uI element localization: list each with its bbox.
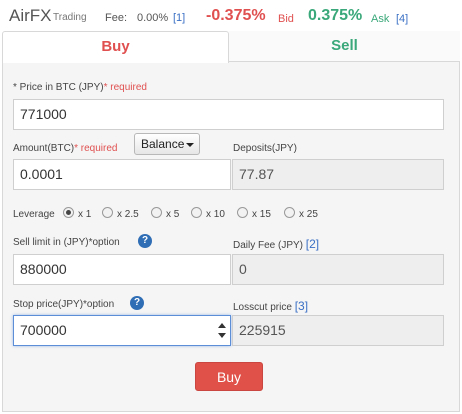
brand-name: AirFX [9, 6, 52, 25]
daily-fee-ref-link[interactable]: [2] [306, 237, 319, 251]
losscut-label-text: Losscut price [233, 302, 292, 313]
daily-fee-field: 0 [232, 254, 444, 285]
losscut-field: 225915 [232, 315, 444, 346]
leverage-option-1: x 1 [78, 209, 92, 220]
buy-button[interactable]: Buy [195, 362, 263, 391]
price-label: * Price in BTC (JPY)* required [13, 82, 147, 93]
price-label-text: * Price in BTC (JPY) [13, 82, 104, 93]
deposits-label: Deposits(JPY) [233, 143, 297, 154]
caret-down-icon [186, 142, 195, 147]
fee-value: 0.00% [137, 12, 169, 24]
tab-sell[interactable]: Sell [229, 31, 460, 62]
stop-price-input[interactable]: 700000 [13, 315, 231, 346]
leverage-radio-1[interactable] [63, 207, 74, 218]
fee-ref-link[interactable]: [1] [173, 12, 185, 24]
leverage-radio-2.5[interactable] [102, 207, 113, 218]
deposits-field: 77.87 [232, 159, 444, 190]
leverage-radio-10[interactable] [191, 207, 202, 218]
leverage-option-15: x 15 [252, 209, 271, 220]
leverage-radio-5[interactable] [151, 207, 162, 218]
leverage-label: Leverage [13, 209, 55, 220]
brand-subtitle: Trading [53, 12, 87, 23]
leverage-radio-25[interactable] [284, 207, 295, 218]
daily-fee-label: Daily Fee (JPY) [2] [233, 237, 319, 251]
balance-dropdown-label: Balance [141, 137, 185, 151]
stop-price-label: Stop price(JPY)*option [13, 299, 115, 310]
daily-fee-label-text: Daily Fee (JPY) [233, 240, 304, 251]
sell-limit-help-icon[interactable]: ? [138, 234, 152, 248]
leverage-option-5: x 5 [166, 209, 180, 220]
sell-limit-label: Sell limit in (JPY)*option [13, 237, 120, 248]
stop-price-value: 700000 [20, 322, 67, 338]
ask-value: 0.375% [308, 7, 363, 24]
header-bar: AirFX Trading Fee: 0.00% [1] -0.375% Bid… [0, 0, 462, 32]
price-input[interactable]: 771000 [13, 99, 444, 130]
fee-label: Fee: [105, 12, 128, 24]
stop-price-help-icon[interactable]: ? [130, 296, 144, 310]
amount-label: Amount(BTC)* required [13, 143, 117, 154]
leverage-radio-15[interactable] [237, 207, 248, 218]
ask-label: Ask [371, 13, 390, 25]
ask-ref-link[interactable]: [4] [396, 13, 408, 25]
amount-input[interactable]: 0.0001 [13, 159, 231, 190]
stepper-icon[interactable] [218, 323, 226, 339]
balance-dropdown[interactable]: Balance [134, 133, 200, 155]
losscut-ref-link[interactable]: [3] [295, 299, 308, 313]
amount-required: * required [74, 143, 118, 154]
price-required: * required [103, 82, 147, 93]
sell-limit-input[interactable]: 880000 [13, 254, 231, 285]
losscut-label: Losscut price [3] [233, 299, 308, 313]
bid-value: -0.375% [206, 7, 266, 24]
leverage-option-2.5: x 2.5 [117, 209, 139, 220]
tab-buy[interactable]: Buy [2, 31, 229, 63]
leverage-option-25: x 25 [299, 209, 318, 220]
leverage-option-10: x 10 [206, 209, 225, 220]
bid-label: Bid [278, 13, 294, 25]
amount-label-text: Amount(BTC) [13, 143, 75, 154]
